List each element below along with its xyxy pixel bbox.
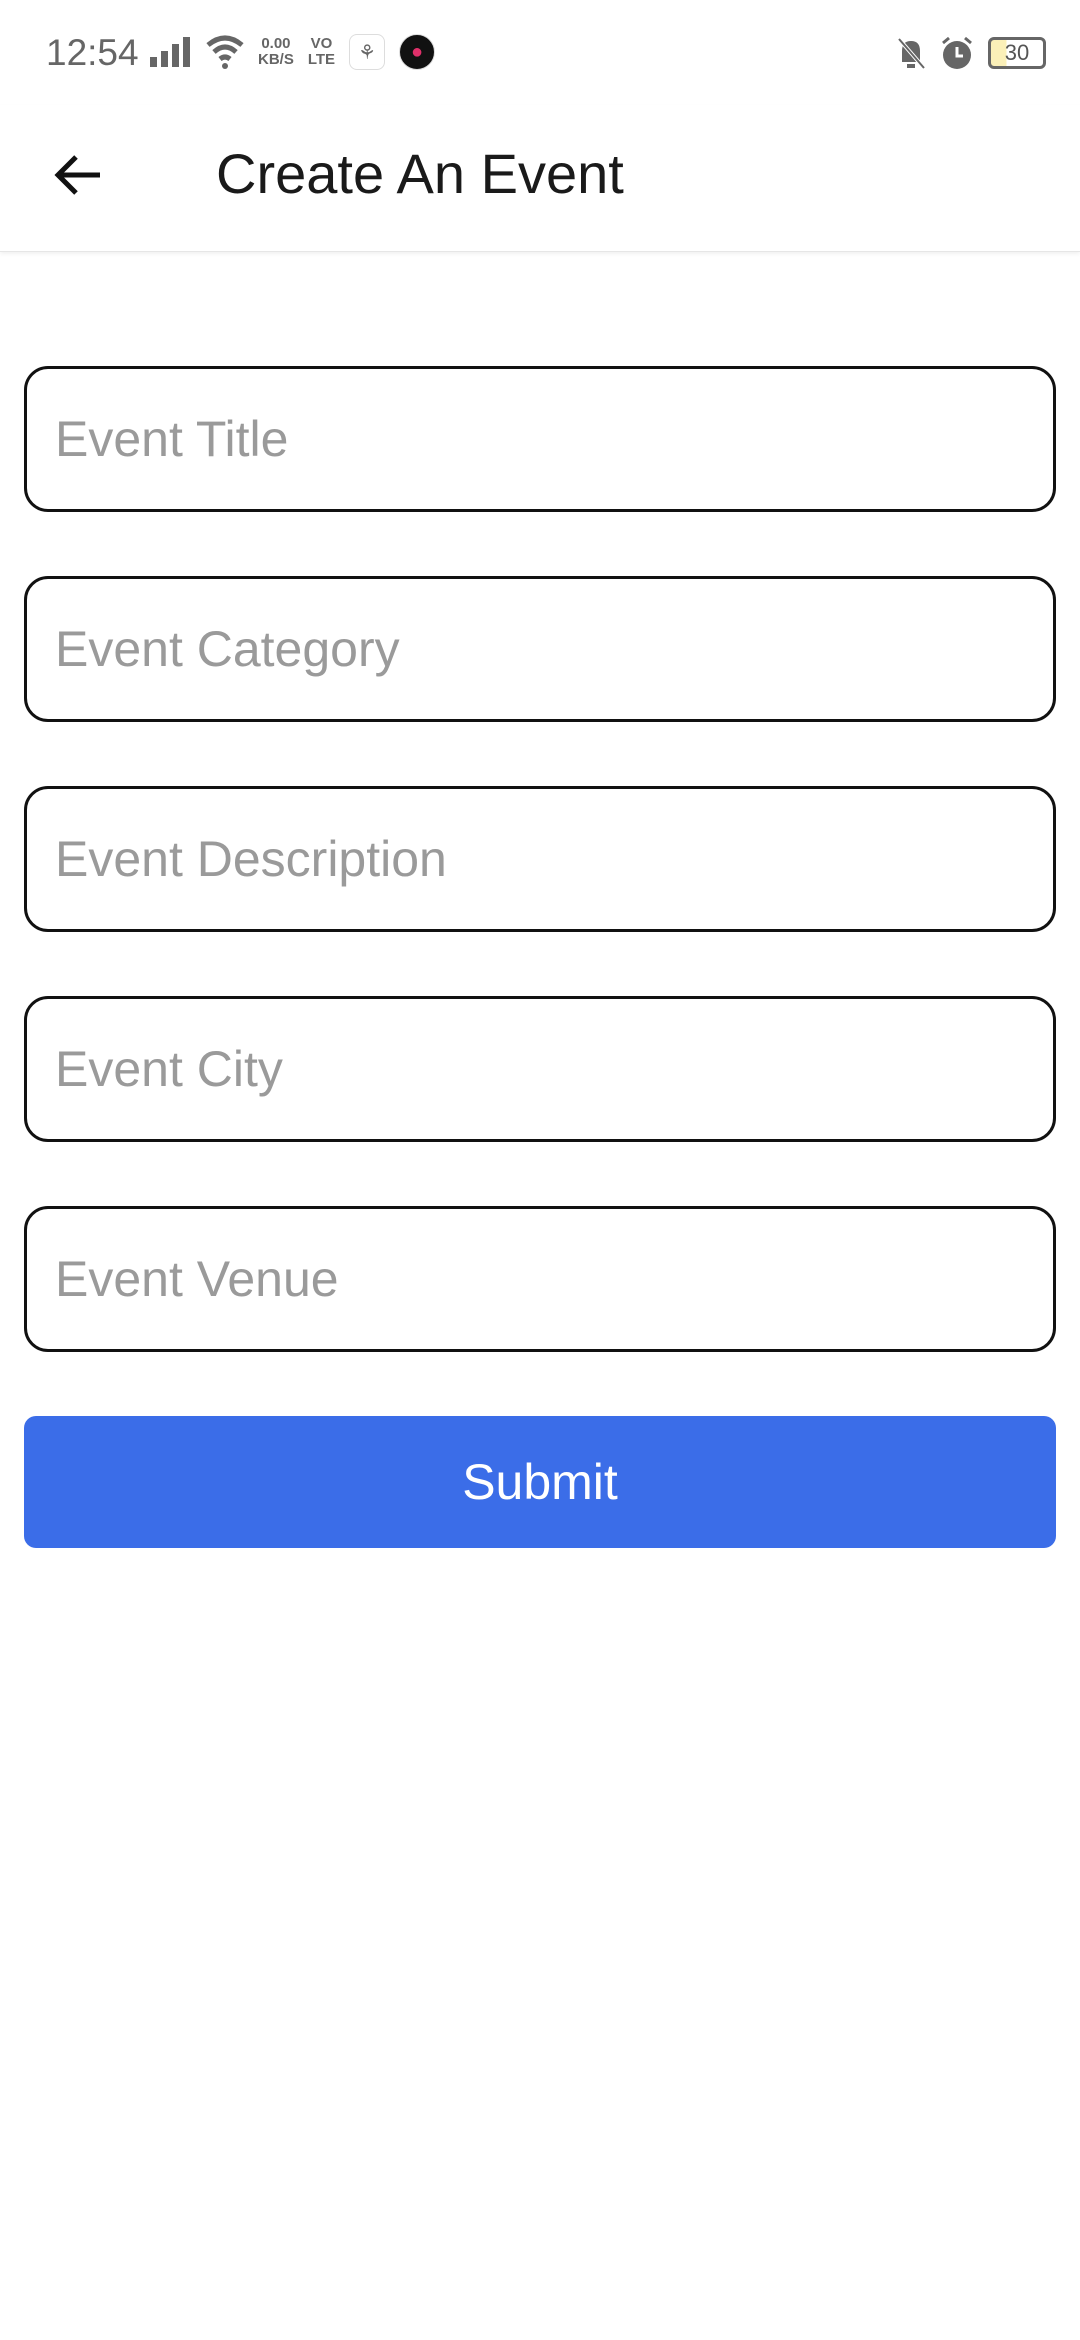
event-title-input[interactable]	[24, 366, 1056, 512]
event-description-input[interactable]	[24, 786, 1056, 932]
event-category-input[interactable]	[24, 576, 1056, 722]
mute-bell-icon	[897, 37, 926, 70]
event-venue-input[interactable]	[24, 1206, 1056, 1352]
volte-indicator: VO LTE	[307, 35, 336, 68]
app-bar: Create An Event	[0, 105, 1080, 252]
submit-button[interactable]: Submit	[24, 1416, 1056, 1548]
signal-icon	[150, 37, 190, 67]
status-time: 12:54	[46, 32, 139, 73]
app-notification-icon: ⚘	[349, 34, 386, 70]
app-notification-icon-2: ●	[399, 34, 436, 70]
battery-indicator: 30	[988, 37, 1046, 69]
event-city-input[interactable]	[24, 996, 1056, 1142]
page-title: Create An Event	[216, 142, 624, 205]
network-speed: 0.00 KB/S	[258, 35, 294, 68]
status-bar: 12:54 0.00 KB/S VO LTE ⚘ ● 30	[0, 0, 1080, 105]
wifi-icon	[206, 35, 244, 69]
alarm-icon	[942, 36, 972, 69]
back-arrow-icon[interactable]	[48, 145, 108, 205]
